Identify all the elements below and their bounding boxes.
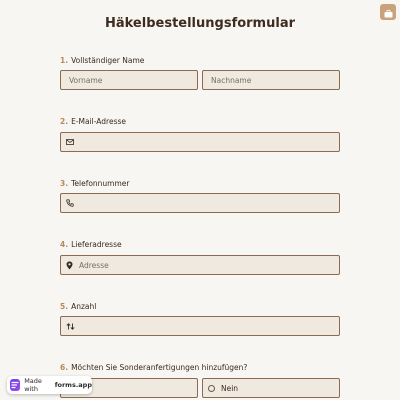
badge-brand: forms.app xyxy=(54,381,92,389)
question-text: E-Mail-Adresse xyxy=(71,117,127,126)
question-number: 3. xyxy=(60,179,69,188)
last-name-input[interactable]: Nachname xyxy=(202,70,340,90)
toolbox-button[interactable] xyxy=(380,4,396,20)
question-number: 4. xyxy=(60,240,69,249)
question-text: Möchten Sie Sonderanfertigungen hinzufüg… xyxy=(71,363,248,372)
question-text: Telefonnummer xyxy=(71,179,130,188)
question-number: 6. xyxy=(60,363,69,372)
first-name-input[interactable]: Vorname xyxy=(60,70,198,90)
question-text: Anzahl xyxy=(71,302,97,311)
question-text: Lieferadresse xyxy=(71,240,122,249)
page-title: Häkelbestellungsformular xyxy=(104,16,296,31)
sort-arrows-icon xyxy=(66,322,75,330)
address-input[interactable]: Adresse xyxy=(60,255,340,275)
question-number: 5. xyxy=(60,302,69,311)
badge-prefix: Made with xyxy=(24,377,42,393)
phone-icon xyxy=(66,199,74,207)
question-label-email: 2. E-Mail-Adresse xyxy=(60,117,126,126)
question-label-custom-additions: 6. Möchten Sie Sonderanfertigungen hinzuf… xyxy=(60,363,247,372)
first-name-placeholder: Vorname xyxy=(69,75,103,85)
question-text: Vollständiger Name xyxy=(71,56,145,65)
briefcase-icon xyxy=(384,3,393,22)
radio-option-no[interactable]: Nein xyxy=(202,378,340,398)
question-label-full-name: 1. Vollständiger Name xyxy=(60,56,144,65)
question-label-quantity: 5. Anzahl xyxy=(60,302,96,311)
question-label-phone: 3. Telefonnummer xyxy=(60,179,130,188)
forms-app-logo-icon xyxy=(10,379,21,391)
phone-input[interactable] xyxy=(60,193,340,213)
envelope-icon xyxy=(66,139,74,145)
email-input[interactable] xyxy=(60,132,340,152)
last-name-placeholder: Nachname xyxy=(211,75,252,85)
radio-label-no: Nein xyxy=(221,383,239,393)
question-label-address: 4. Lieferadresse xyxy=(60,240,122,249)
radio-circle[interactable] xyxy=(208,384,215,392)
location-pin-icon xyxy=(66,261,73,270)
address-placeholder: Adresse xyxy=(79,260,109,270)
question-number: 1. xyxy=(60,56,69,65)
quantity-input[interactable] xyxy=(60,316,340,336)
made-with-badge[interactable]: Made with forms.app xyxy=(7,376,92,394)
question-number: 2. xyxy=(60,117,69,126)
